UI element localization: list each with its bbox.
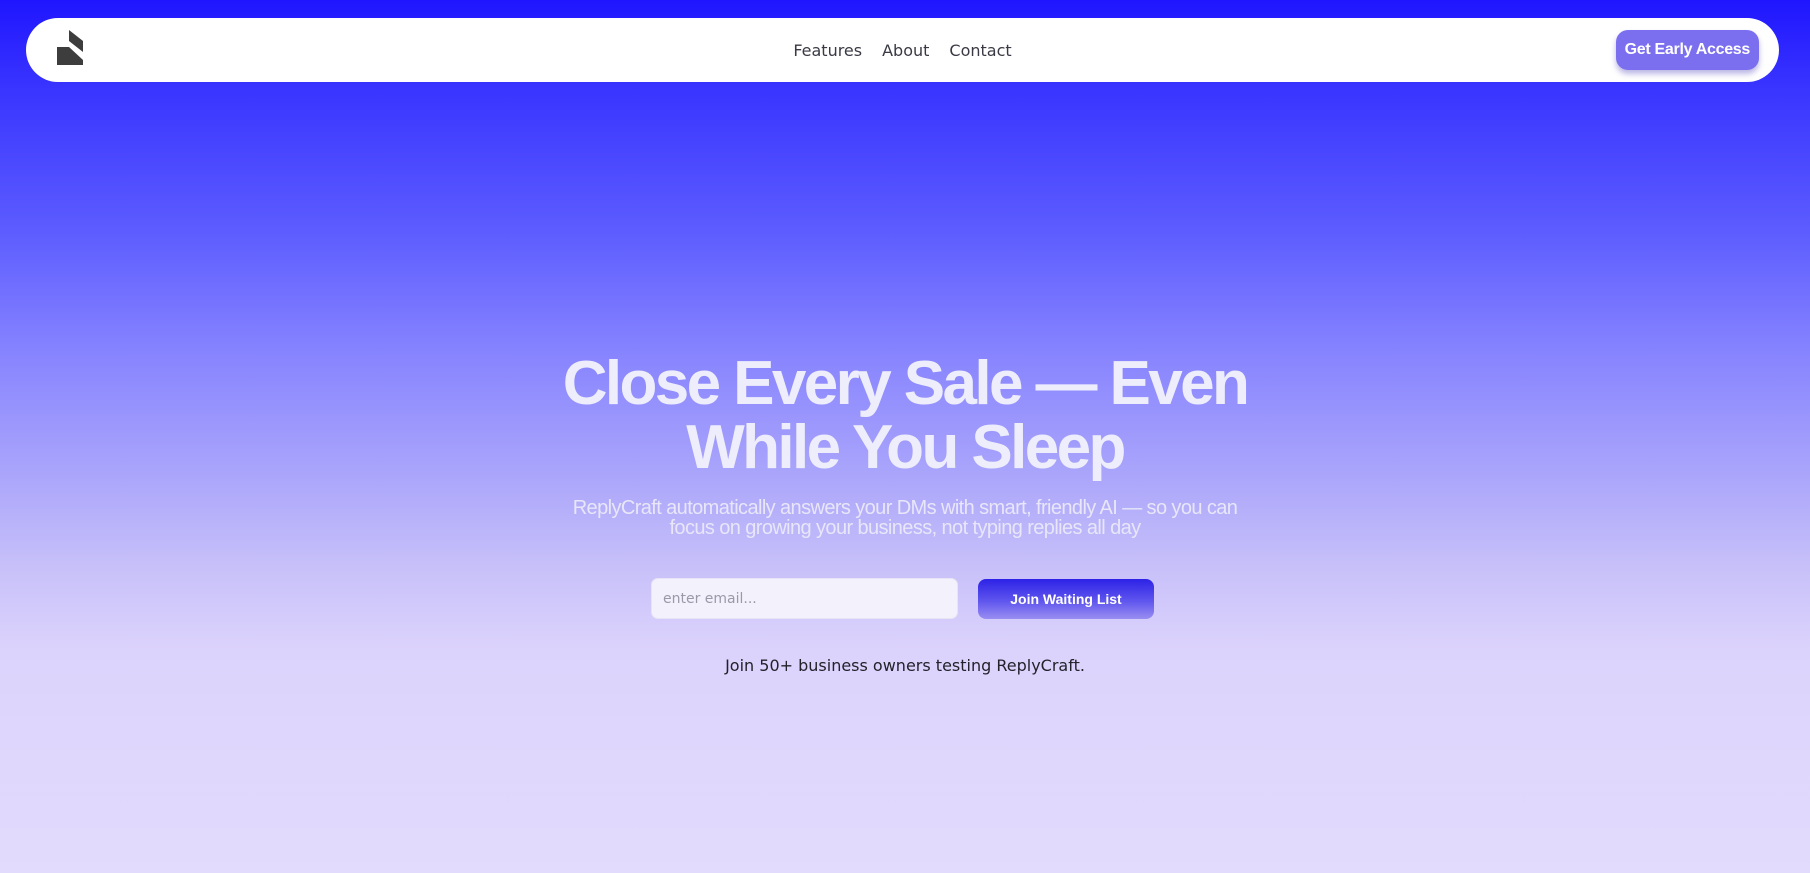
get-early-access-button[interactable]: Get Early Access xyxy=(1615,30,1759,70)
social-proof-text: Join 50+ business owners testing ReplyCr… xyxy=(725,656,1085,675)
top-navbar: Features About Contact Get Early Access xyxy=(26,18,1779,82)
nav-link-contact[interactable]: Contact xyxy=(949,41,1011,60)
hero-title-line-2: While You Sleep xyxy=(686,413,1126,482)
brand-logo-icon[interactable] xyxy=(56,30,86,66)
nav-link-about[interactable]: About xyxy=(882,41,929,60)
hero-title-line-1: Close Every Sale — Even xyxy=(562,349,1250,418)
nav-links: Features About Contact xyxy=(26,18,1779,82)
nav-link-features[interactable]: Features xyxy=(793,41,862,60)
hero-title: Close Every Sale — Even While You Sleep xyxy=(0,352,1810,480)
join-waiting-list-button[interactable]: Join Waiting List xyxy=(978,579,1154,619)
email-input[interactable] xyxy=(651,578,958,619)
hero-subtitle: ReplyCraft automatically answers your DM… xyxy=(572,497,1238,539)
